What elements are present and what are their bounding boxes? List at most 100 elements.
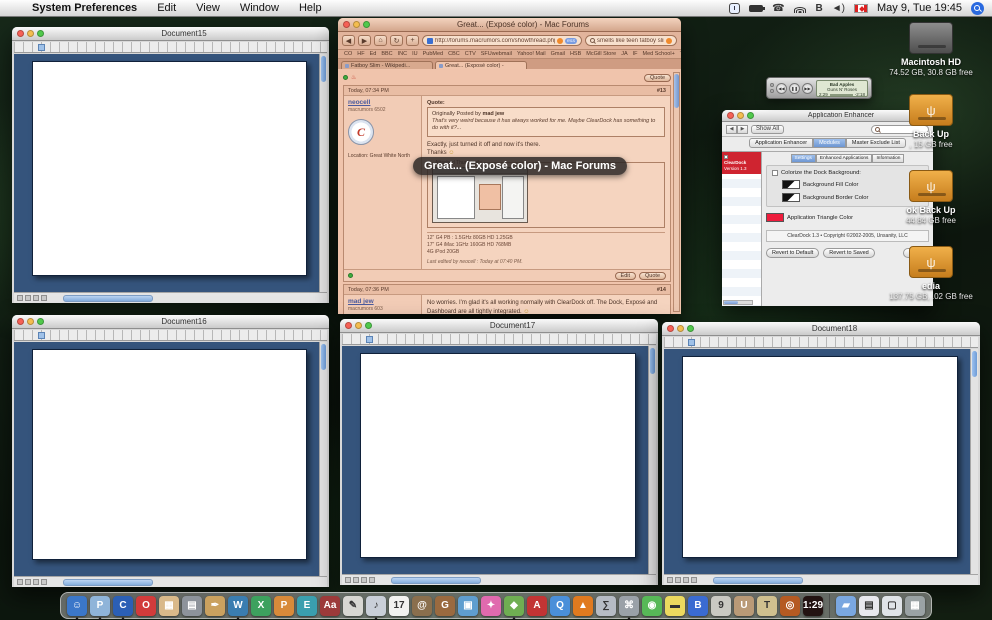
dock-app-icon[interactable]: C camino-browser xyxy=(113,595,133,616)
desktop-drive-icon[interactable]: ψ ok Back Up 44.84 GB free xyxy=(872,170,990,225)
module-checkbox[interactable] xyxy=(724,154,728,159)
revert-to-saved-button[interactable]: Revert to Saved xyxy=(823,248,875,258)
title-bar[interactable]: Document16 xyxy=(12,315,329,329)
report-post-icon[interactable]: ♨ xyxy=(351,74,356,81)
desktop-drive-icon[interactable]: ψ edia 137.75 GB, .02 GB free xyxy=(872,246,990,301)
revert-to-default-button[interactable]: Revert to Default xyxy=(766,248,820,258)
bookmark-item[interactable]: HSB xyxy=(570,51,581,57)
quote-button[interactable]: Quote xyxy=(639,271,666,280)
dock-app-icon[interactable]: ∑ calculator xyxy=(596,595,616,616)
bookmark-item[interactable]: Ed xyxy=(370,51,377,57)
desktop-drive-icon[interactable]: ψ Back Up , 15 GB free xyxy=(872,94,990,149)
battery-icon[interactable] xyxy=(749,4,766,12)
avatar[interactable]: C xyxy=(348,119,374,145)
stop-icon[interactable] xyxy=(557,37,563,44)
dock-app-icon[interactable]: ▣ media-app xyxy=(458,595,478,616)
dock-app-icon[interactable]: ✦ flower-app xyxy=(481,595,501,616)
dock-app-icon[interactable]: X excel xyxy=(251,595,271,616)
word-window-document15[interactable]: Document15 xyxy=(12,27,329,303)
vertical-scrollbar[interactable] xyxy=(648,346,656,574)
bookmark-item[interactable]: SFUwebmail xyxy=(481,51,512,57)
menu-item[interactable]: Edit xyxy=(147,2,186,14)
url-field[interactable]: http://forums.macrumors.com/showthread.p… xyxy=(422,35,582,46)
application-triangle-color-well[interactable] xyxy=(766,213,784,222)
dock-file-icon[interactable]: ▤ files-stack xyxy=(859,595,879,616)
dock-app-icon[interactable]: @ address-book xyxy=(412,595,432,616)
bookmark-item[interactable]: CTV xyxy=(465,51,476,57)
dock-file-icon[interactable]: ▰ documents-folder xyxy=(836,595,856,616)
bookmark-item[interactable]: JA xyxy=(621,51,627,57)
quote-button[interactable]: Quote xyxy=(644,73,671,82)
search-clear-icon[interactable] xyxy=(666,37,672,44)
forward-button[interactable]: ▶ xyxy=(737,124,748,134)
dock-app-icon[interactable]: A acrobat xyxy=(527,595,547,616)
dock-app-icon[interactable]: E entourage xyxy=(297,595,317,616)
phone-handset-icon[interactable]: ☎ xyxy=(772,2,784,14)
document-page[interactable] xyxy=(682,356,958,558)
menu-item[interactable]: Help xyxy=(289,2,332,14)
dock-app-icon[interactable]: 1:29 alarm-clock xyxy=(803,595,823,616)
bookmark-item[interactable]: McGill Store xyxy=(586,51,616,57)
back-button[interactable]: ◀ xyxy=(726,124,737,134)
bookmark-item[interactable]: INC xyxy=(398,51,407,57)
word-window-document16[interactable]: Document16 xyxy=(12,315,329,587)
dock-app-icon[interactable]: ▬ stickies xyxy=(665,595,685,616)
dock-app-icon[interactable]: ☺ finder xyxy=(67,595,87,616)
show-all-button[interactable]: Show All xyxy=(751,124,785,134)
home-button[interactable]: ⌂ xyxy=(374,35,387,46)
title-bar[interactable]: Document17 xyxy=(340,319,658,333)
bluetooth-icon[interactable]: B xyxy=(816,2,823,14)
bookmark-item[interactable]: IF xyxy=(633,51,638,57)
pause-button[interactable]: ❚❚ xyxy=(789,82,800,94)
horizontal-scrollbar[interactable] xyxy=(391,576,481,584)
bookmark-item[interactable]: Thesis xyxy=(680,51,681,57)
horizontal-scrollbar[interactable] xyxy=(63,578,153,586)
desktop-drive-icon[interactable]: Macintosh HD 74.52 GB, 30.8 GB free xyxy=(872,22,990,77)
window-control-dots[interactable] xyxy=(770,83,774,93)
bookmark-item[interactable]: IU xyxy=(412,51,418,57)
title-bar[interactable]: Document15 xyxy=(12,27,329,41)
menu-item[interactable]: System Preferences xyxy=(22,2,147,14)
attached-screenshot-thumbnail[interactable] xyxy=(432,166,528,223)
post-number[interactable]: #14 xyxy=(657,287,666,293)
vertical-scrollbar[interactable] xyxy=(970,349,978,574)
bookmark-item[interactable]: CBC xyxy=(448,51,460,57)
traffic-lights[interactable] xyxy=(727,112,754,119)
dock-app-icon[interactable]: W word xyxy=(228,595,248,616)
vertical-scrollbar[interactable] xyxy=(319,342,327,576)
bookmark-item[interactable]: Yahoo! Mail xyxy=(517,51,546,57)
background-border-color-well[interactable] xyxy=(782,193,800,202)
traffic-lights[interactable] xyxy=(667,325,694,332)
horizontal-scrollbar[interactable] xyxy=(63,294,153,302)
forward-button[interactable]: ▶ xyxy=(358,35,371,46)
dock-app-icon[interactable]: U utility-app xyxy=(734,595,754,616)
horizontal-scrollbar[interactable] xyxy=(713,576,803,584)
traffic-lights[interactable] xyxy=(343,21,370,28)
dock-file-icon[interactable]: ▦ trash xyxy=(905,595,925,616)
title-bar[interactable]: Great... (Exposé color) - Mac Forums xyxy=(338,18,681,32)
dock-app-icon[interactable]: ▲ vlc xyxy=(573,595,593,616)
word-window-document17[interactable]: Document17 xyxy=(340,319,658,585)
fast-forward-button[interactable]: ▶▶ xyxy=(802,82,813,94)
input-flag-canada-icon[interactable] xyxy=(854,3,868,13)
bookmark-item[interactable]: CO xyxy=(344,51,352,57)
dock-app-icon[interactable]: 17 ical xyxy=(389,595,409,616)
menu-bar-clock[interactable]: May 9, Tue 19:45 xyxy=(877,2,962,14)
traffic-lights[interactable] xyxy=(17,318,44,325)
username-link[interactable]: mad jew xyxy=(348,298,417,305)
dock-app-icon[interactable]: ♪ itunes xyxy=(366,595,386,616)
dock-app-icon[interactable]: Aa dictionary xyxy=(320,595,340,616)
vertical-scrollbar[interactable] xyxy=(673,72,680,312)
post-number[interactable]: #13 xyxy=(657,88,666,94)
bookmark-item[interactable]: Med School+ xyxy=(643,51,675,57)
tab-modules[interactable]: Modules xyxy=(813,138,846,148)
dock-app-icon[interactable]: ✎ textedit xyxy=(343,595,363,616)
dock-app-icon[interactable]: Q quicktime xyxy=(550,595,570,616)
document-page[interactable] xyxy=(32,61,307,276)
bookmark-item[interactable]: BBC xyxy=(381,51,392,57)
document-page[interactable] xyxy=(32,349,307,560)
bookmark-item[interactable]: PubMed xyxy=(423,51,444,57)
modules-list[interactable]: ClearDock Version 1.3 xyxy=(722,152,762,306)
bookmark-item[interactable]: Gmail xyxy=(551,51,565,57)
dock-app-icon[interactable]: B bluetooth-exchange xyxy=(688,595,708,616)
